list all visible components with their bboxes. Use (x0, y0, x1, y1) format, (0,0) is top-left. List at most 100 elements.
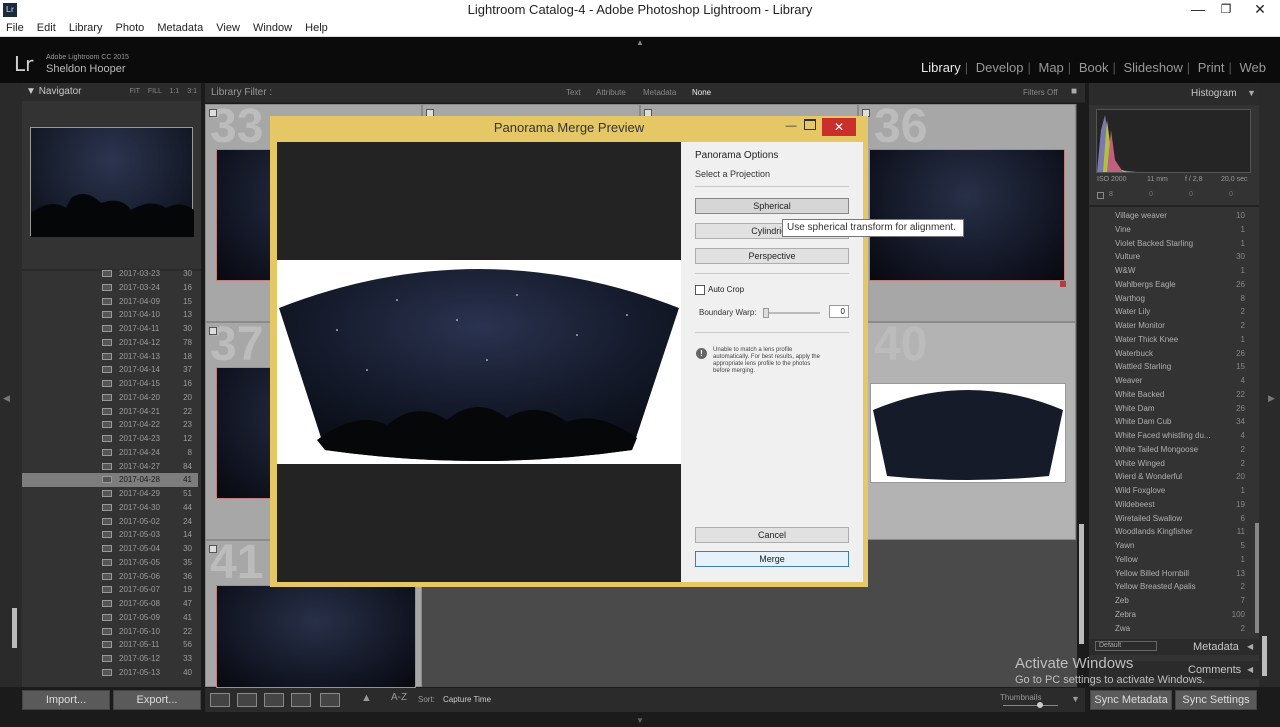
left-scrollbar-thumb[interactable] (12, 608, 17, 648)
folder-row[interactable]: 2017-05-13 40 (22, 666, 198, 680)
keyword-row[interactable]: Wiretailed Swallow 6 (1089, 512, 1249, 526)
metadata-preset-dropdown[interactable]: Default (1095, 641, 1157, 651)
filmstrip-toggle-icon[interactable]: ▼ (636, 716, 644, 725)
histogram-display[interactable] (1096, 109, 1251, 173)
keyword-row[interactable]: Water Thick Knee 1 (1089, 333, 1249, 347)
right-scrollbar-thumb[interactable] (1262, 636, 1267, 676)
zoom-fit[interactable]: FIT (130, 88, 140, 95)
menu-view[interactable]: View (216, 22, 240, 34)
folder-row[interactable]: 2017-04-15 16 (22, 377, 198, 391)
folder-row[interactable]: 2017-05-08 47 (22, 597, 198, 611)
right-panel-toggle-icon[interactable]: ▶ (1268, 393, 1275, 404)
grid-cell[interactable]: 36 (858, 100, 1076, 322)
close-icon[interactable]: ✕ (1246, 0, 1274, 20)
folder-row[interactable]: 2017-03-23 30 (22, 267, 198, 281)
module-print[interactable]: Print (1194, 60, 1229, 75)
sort-dropdown[interactable]: Capture Time (443, 695, 491, 704)
boundary-warp-value[interactable]: 0 (829, 305, 849, 318)
merge-button[interactable]: Merge (695, 551, 849, 567)
folder-row[interactable]: 2017-04-28 41 (22, 473, 198, 487)
filter-tab-none[interactable]: None (692, 88, 711, 97)
navigator-preview[interactable] (30, 127, 194, 237)
folder-row[interactable]: 2017-04-24 8 (22, 446, 198, 460)
spherical-button[interactable]: Spherical (695, 198, 849, 214)
menu-metadata[interactable]: Metadata (157, 22, 203, 34)
restore-icon[interactable]: ❐ (1212, 0, 1240, 20)
folder-row[interactable]: 2017-04-27 84 (22, 460, 198, 474)
people-view-icon[interactable] (320, 693, 340, 707)
collapse-triangle-icon[interactable]: ▼ (1247, 88, 1256, 98)
keyword-row[interactable]: Wahlbergs Eagle 26 (1089, 278, 1249, 292)
folder-row[interactable]: 2017-05-06 36 (22, 570, 198, 584)
keyword-row[interactable]: White Winged 2 (1089, 457, 1249, 471)
keyword-row[interactable]: Wildebeest 19 (1089, 498, 1249, 512)
menu-help[interactable]: Help (305, 22, 328, 34)
zoom-1-1[interactable]: 1:1 (170, 88, 180, 95)
filter-tab-text[interactable]: Text (566, 88, 581, 97)
zoom-fill[interactable]: FILL (148, 88, 162, 95)
cancel-button[interactable]: Cancel (695, 527, 849, 543)
flag-icon[interactable] (209, 327, 217, 335)
navigator-header[interactable]: ▼ Navigator FIT FILL 1:1 3:1 (22, 83, 201, 101)
folder-row[interactable]: 2017-04-14 37 (22, 363, 198, 377)
folder-row[interactable]: 2017-04-11 30 (22, 322, 198, 336)
keyword-row[interactable]: Zebra 100 (1089, 608, 1249, 622)
keyword-row[interactable]: Yellow Billed Hornbill 13 (1089, 567, 1249, 581)
folder-row[interactable]: 2017-04-20 20 (22, 391, 198, 405)
keyword-row[interactable]: White Tailed Mongoose 2 (1089, 443, 1249, 457)
keyword-row[interactable]: Wild Foxglove 1 (1089, 484, 1249, 498)
dialog-maximize-icon[interactable] (804, 119, 816, 130)
import-button[interactable]: Import... (22, 690, 110, 710)
keyword-row[interactable]: White Backed 22 (1089, 388, 1249, 402)
folder-row[interactable]: 2017-04-09 15 (22, 295, 198, 309)
keyword-row[interactable]: Zwa 2 (1089, 622, 1249, 636)
grid-scrollbar[interactable] (1079, 524, 1084, 644)
filter-tab-metadata[interactable]: Metadata (643, 88, 676, 97)
keyword-row[interactable]: White Faced whistling du... 4 (1089, 429, 1249, 443)
navigator-zoom-options[interactable]: FIT FILL 1:1 3:1 (130, 83, 197, 101)
grid-cell[interactable]: 40 (858, 318, 1076, 540)
grid-view-icon[interactable] (210, 693, 230, 707)
folder-row[interactable]: 2017-05-07 19 (22, 583, 198, 597)
module-library[interactable]: Library (917, 60, 965, 75)
keyword-row[interactable]: Water Lily 2 (1089, 305, 1249, 319)
menu-library[interactable]: Library (69, 22, 103, 34)
folder-row[interactable]: 2017-04-10 13 (22, 308, 198, 322)
keyword-row[interactable]: Water Monitor 2 (1089, 319, 1249, 333)
folder-row[interactable]: 2017-05-04 30 (22, 542, 198, 556)
sort-direction-icon[interactable]: A-Z (391, 692, 407, 703)
sync-settings-button[interactable]: Sync Settings (1175, 690, 1257, 710)
folder-row[interactable]: 2017-04-29 51 (22, 487, 198, 501)
folder-row[interactable]: 2017-05-11 56 (22, 638, 198, 652)
perspective-button[interactable]: Perspective (695, 248, 849, 264)
keyword-row[interactable]: Weaver 4 (1089, 374, 1249, 388)
menu-file[interactable]: File (6, 22, 24, 34)
keyword-row[interactable]: Wierd & Wonderful 20 (1089, 470, 1249, 484)
compare-view-icon[interactable] (264, 693, 284, 707)
keyword-row[interactable]: Yawn 5 (1089, 539, 1249, 553)
flag-icon[interactable] (209, 545, 217, 553)
thumbnail-size-slider[interactable] (1003, 705, 1058, 706)
zoom-3-1[interactable]: 3:1 (187, 88, 197, 95)
folder-row[interactable]: 2017-05-03 14 (22, 528, 198, 542)
keyword-row[interactable]: Village weaver 10 (1089, 209, 1249, 223)
panorama-thumbnail[interactable] (870, 383, 1066, 483)
filter-tab-attribute[interactable]: Attribute (596, 88, 626, 97)
keyword-row[interactable]: White Dam 26 (1089, 402, 1249, 416)
menu-photo[interactable]: Photo (116, 22, 145, 34)
module-slideshow[interactable]: Slideshow (1119, 60, 1186, 75)
toolbar-menu-icon[interactable]: ▼ (1071, 694, 1080, 704)
keyword-row[interactable]: Yellow 1 (1089, 553, 1249, 567)
expand-triangle-icon[interactable]: ◀ (1247, 665, 1253, 674)
module-web[interactable]: Web (1236, 60, 1271, 75)
folder-row[interactable]: 2017-03-24 16 (22, 281, 198, 295)
keyword-row[interactable]: W&W 1 (1089, 264, 1249, 278)
photo-thumbnail[interactable] (869, 149, 1065, 281)
minimize-icon[interactable]: — (1184, 0, 1212, 20)
folder-row[interactable]: 2017-05-10 22 (22, 625, 198, 639)
keyword-list-scrollbar[interactable] (1255, 523, 1259, 633)
photo-thumbnail[interactable] (216, 585, 416, 688)
original-photo-checkbox[interactable] (1097, 192, 1104, 199)
metadata-header[interactable]: Default Metadata ◀ (1089, 639, 1259, 655)
keyword-row[interactable]: Warthog 8 (1089, 292, 1249, 306)
